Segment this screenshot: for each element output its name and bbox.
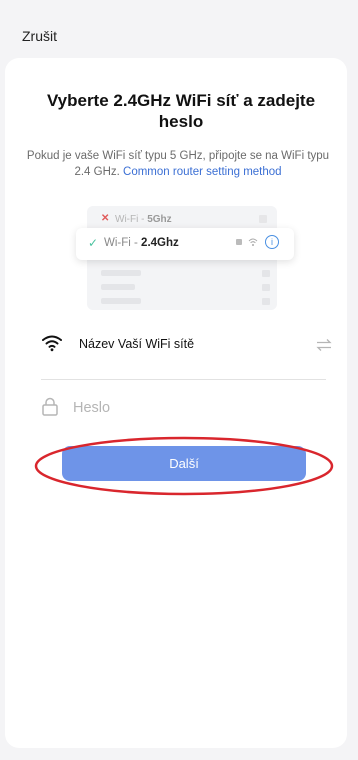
placeholder-bar <box>101 298 141 304</box>
wifi-icon <box>42 335 62 352</box>
illustration-24ghz-label: Wi-Fi - 2.4Ghz <box>104 237 179 249</box>
router-setting-link[interactable]: Common router setting method <box>123 166 282 178</box>
illustration-5ghz-label: Wi-Fi - 5Ghz <box>115 214 172 225</box>
illustration-row-5ghz: ✕ Wi-Fi - 5Ghz <box>87 210 277 228</box>
field-divider <box>41 379 326 380</box>
switch-network-icon[interactable] <box>315 338 333 352</box>
cross-icon: ✕ <box>101 213 110 224</box>
small-wifi-icon <box>248 238 258 246</box>
wifi-network-field[interactable]: Název Vaší WiFi sítě <box>41 328 333 368</box>
placeholder-bar <box>101 284 135 290</box>
info-icon: i <box>265 235 279 249</box>
wifi-setup-card: Vyberte 2.4GHz WiFi síť a zadejte heslo … <box>5 58 347 748</box>
illustration-row-24ghz: ✓ Wi-Fi - 2.4Ghz i <box>76 228 294 260</box>
placeholder-square <box>262 284 270 291</box>
check-icon: ✓ <box>88 236 99 250</box>
small-lock-icon <box>236 239 242 245</box>
password-field[interactable] <box>41 394 331 422</box>
placeholder-square <box>259 215 267 223</box>
wifi-network-name: Název Vaší WiFi sítě <box>79 337 195 351</box>
cancel-button[interactable]: Zrušit <box>22 28 57 44</box>
placeholder-square <box>262 298 270 305</box>
placeholder-bar <box>101 270 141 276</box>
instruction-text: Pokud je vaše WiFi síť typu 5 GHz, připo… <box>21 148 335 180</box>
lock-icon <box>42 397 58 416</box>
password-input[interactable] <box>71 394 325 422</box>
next-button[interactable]: Další <box>62 446 306 481</box>
wifi-band-illustration: ✕ Wi-Fi - 5Ghz ✓ Wi-Fi - 2.4Ghz i <box>76 198 294 310</box>
page-title: Vyberte 2.4GHz WiFi síť a zadejte heslo <box>46 91 316 131</box>
placeholder-square <box>262 270 270 277</box>
